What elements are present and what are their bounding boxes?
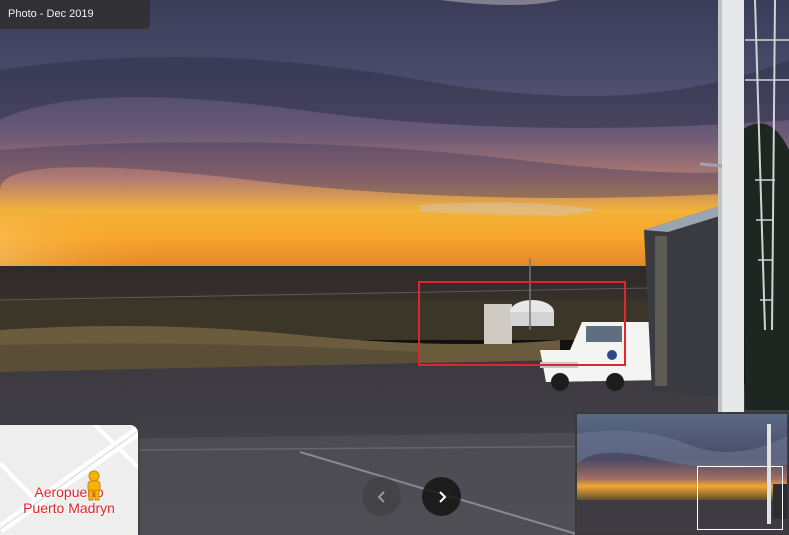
map-background <box>0 425 138 535</box>
photo-date-label: Photo - Dec 2019 <box>0 0 150 29</box>
highlight-box <box>418 281 626 366</box>
pegman-icon[interactable] <box>83 470 105 502</box>
previous-photo-button[interactable] <box>362 477 401 516</box>
panorama-thumbnail[interactable] <box>575 412 789 535</box>
location-name[interactable]: Aeropuerto Puerto Madryn <box>0 484 138 516</box>
next-photo-button[interactable] <box>422 477 461 516</box>
location-name-line1: Aeropuerto <box>34 484 104 500</box>
chevron-left-icon <box>377 490 385 503</box>
thumbnail-view-frame <box>697 466 783 530</box>
location-name-line2: Puerto Madryn <box>23 500 115 516</box>
location-card[interactable]: Aeropuerto Puerto Madryn <box>0 425 138 535</box>
chevron-right-icon <box>438 490 446 503</box>
